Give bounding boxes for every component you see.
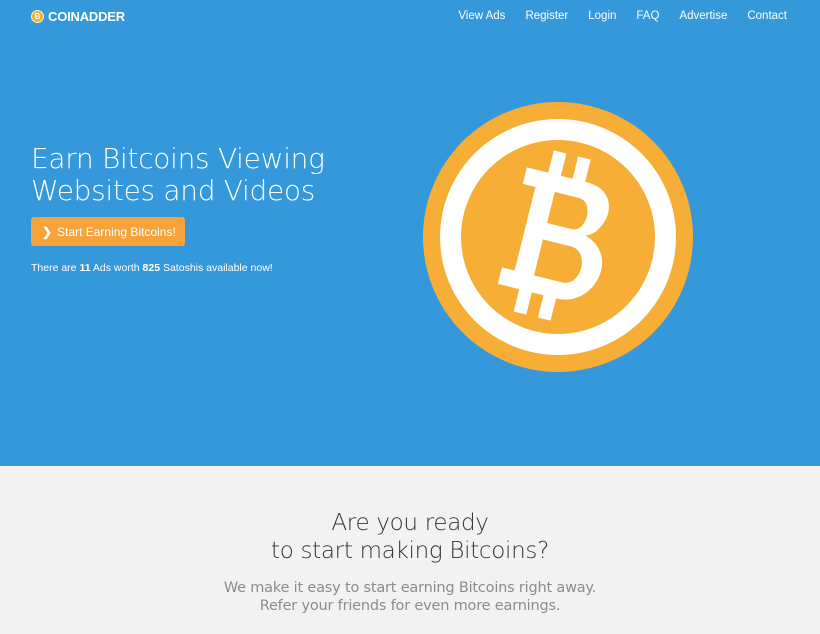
bitcoin-icon	[423, 102, 693, 372]
start-earning-button[interactable]: ❯ Start Earning Bitcoins!	[31, 217, 185, 246]
section-heading-line-1: Are you ready	[331, 510, 489, 536]
brand-logo[interactable]: B COINADDER	[31, 9, 125, 24]
section-subtext-line-2: Refer your friends for even more earning…	[259, 598, 561, 614]
navbar: B COINADDER View Ads Register Login FAQ …	[0, 0, 820, 36]
section-subtext-line-1: We make it easy to start earning Bitcoin…	[223, 580, 597, 596]
nav-faq[interactable]: FAQ	[636, 10, 659, 22]
satoshi-amount: 825	[142, 262, 161, 274]
section-heading: Are you ready to start making Bitcoins?	[0, 509, 820, 565]
ads-available-text: There are 11 Ads worth 825 Satoshis avai…	[31, 262, 273, 274]
headline-line-1: Earn Bitcoins Viewing	[31, 142, 325, 175]
hero-section: B COINADDER View Ads Register Login FAQ …	[0, 0, 820, 466]
start-earning-label: Start Earning Bitcoins!	[57, 224, 176, 239]
brand-name: COINADDER	[48, 9, 125, 24]
section-subtext: We make it easy to start earning Bitcoin…	[0, 579, 820, 615]
available-suffix: Satoshis available now!	[162, 262, 273, 274]
nav-contact[interactable]: Contact	[747, 10, 787, 22]
available-prefix: There are	[31, 262, 77, 274]
ad-count: 11	[79, 262, 91, 274]
headline-line-2: Websites and Videos	[31, 174, 316, 207]
nav-login[interactable]: Login	[588, 10, 616, 22]
nav-view-ads[interactable]: View Ads	[458, 10, 505, 22]
section-heading-line-2: to start making Bitcoins?	[270, 538, 550, 564]
nav-advertise[interactable]: Advertise	[679, 10, 727, 22]
ads-worth-text: Ads worth	[92, 262, 140, 274]
cta-section: Are you ready to start making Bitcoins? …	[0, 466, 820, 634]
nav-menu: View Ads Register Login FAQ Advertise Co…	[438, 10, 787, 22]
hero-headline: Earn Bitcoins Viewing Websites and Video…	[31, 143, 391, 207]
bitcoin-coin-icon: B	[31, 10, 44, 23]
chevron-right-icon: ❯	[42, 224, 53, 239]
nav-register[interactable]: Register	[525, 10, 568, 22]
